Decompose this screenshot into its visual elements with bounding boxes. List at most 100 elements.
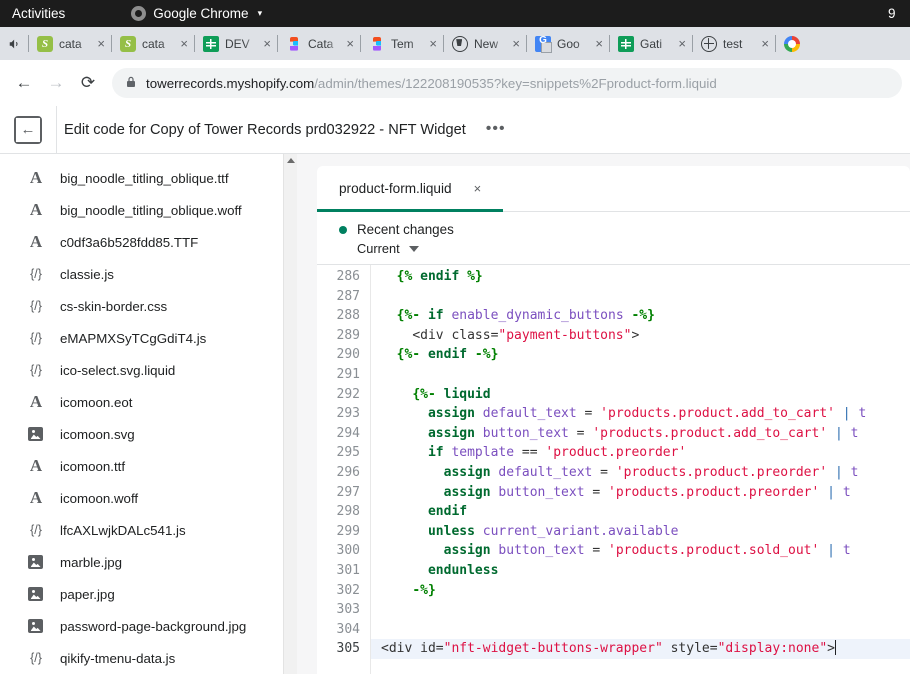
browser-tab[interactable]: Tem ×: [360, 27, 443, 60]
code-line[interactable]: {% endif %}: [381, 267, 910, 287]
code-line[interactable]: assign default_text = 'products.product.…: [381, 463, 910, 483]
code-token: |: [827, 426, 850, 441]
code-line[interactable]: {%- endif -%}: [381, 345, 910, 365]
file-name: paper.jpg: [60, 587, 115, 602]
file-list-item[interactable]: icomoon.ttf: [0, 450, 297, 482]
browser-tab[interactable]: Goo ×: [526, 27, 609, 60]
code-line[interactable]: unless current_variant.available: [381, 522, 910, 542]
file-list-item[interactable]: marble.jpg: [0, 546, 297, 578]
exit-icon[interactable]: [14, 116, 42, 144]
code-token: {%-: [397, 308, 428, 323]
code-line[interactable]: -%}: [381, 581, 910, 601]
code-line[interactable]: endunless: [381, 561, 910, 581]
code-line[interactable]: endif: [381, 502, 910, 522]
file-list-item[interactable]: password-page-background.jpg: [0, 610, 297, 642]
code-line[interactable]: assign button_text = 'products.product.p…: [381, 483, 910, 503]
system-clock[interactable]: 9: [888, 0, 906, 27]
forward-button[interactable]: →: [40, 67, 72, 99]
code-line[interactable]: if template == 'product.preorder': [381, 443, 910, 463]
code-line[interactable]: <div id="nft-widget-buttons-wrapper" sty…: [371, 639, 910, 659]
scroll-up-arrow-icon[interactable]: [287, 158, 295, 163]
file-list-item[interactable]: big_noodle_titling_oblique.woff: [0, 194, 297, 226]
line-number: 303: [317, 600, 360, 620]
code-line[interactable]: <div class="payment-buttons">: [381, 326, 910, 346]
code-line[interactable]: [381, 600, 910, 620]
code-line[interactable]: {%- if enable_dynamic_buttons -%}: [381, 306, 910, 326]
file-list-item[interactable]: qikify-tmenu-data.js: [0, 642, 297, 674]
shopify-icon: [120, 36, 136, 52]
line-number: 304: [317, 620, 360, 640]
line-number: 300: [317, 541, 360, 561]
file-list-item[interactable]: eMAPMXSyTCgGdiT4.js: [0, 322, 297, 354]
browser-tab[interactable]: DEV ×: [194, 27, 277, 60]
back-button[interactable]: ←: [8, 67, 40, 99]
code-token: assign: [444, 485, 491, 500]
code-content[interactable]: {% endif %} {%- if enable_dynamic_button…: [371, 265, 910, 674]
code-line[interactable]: [381, 365, 910, 385]
tab-title: Gati: [640, 37, 672, 51]
more-actions-button[interactable]: •••: [486, 126, 506, 132]
tab-product-form-liquid[interactable]: product-form.liquid ×: [317, 167, 503, 212]
file-name: marble.jpg: [60, 555, 122, 570]
version-selector[interactable]: Current: [357, 241, 888, 256]
code-line[interactable]: [381, 287, 910, 307]
close-icon[interactable]: ×: [429, 37, 437, 50]
browser-tab[interactable]: test ×: [692, 27, 775, 60]
close-icon[interactable]: ×: [512, 37, 520, 50]
code-token: [475, 426, 483, 441]
code-line[interactable]: assign button_text = 'products.product.a…: [381, 424, 910, 444]
close-icon[interactable]: ×: [263, 37, 271, 50]
recent-changes-title-row: Recent changes: [339, 222, 888, 237]
file-list-item[interactable]: big_noodle_titling_oblique.ttf: [0, 162, 297, 194]
code-line[interactable]: assign button_text = 'products.product.s…: [381, 541, 910, 561]
text-cursor: [835, 640, 836, 655]
file-list-item[interactable]: classie.js: [0, 258, 297, 290]
code-token: button_text: [498, 543, 584, 558]
close-icon[interactable]: ×: [761, 37, 769, 50]
code-token: default_text: [483, 406, 577, 421]
browser-tab[interactable]: New ×: [443, 27, 526, 60]
image-icon-dot: [32, 430, 35, 433]
code-line[interactable]: assign default_text = 'products.product.…: [381, 404, 910, 424]
file-list-item[interactable]: cs-skin-border.css: [0, 290, 297, 322]
close-icon[interactable]: ×: [474, 181, 482, 196]
browser-tab[interactable]: [775, 27, 805, 60]
close-icon[interactable]: ×: [346, 37, 354, 50]
sidebar-scrollbar[interactable]: [283, 154, 297, 674]
close-icon[interactable]: ×: [595, 37, 603, 50]
file-list-item[interactable]: ico-select.svg.liquid: [0, 354, 297, 386]
close-icon[interactable]: ×: [678, 37, 686, 50]
code-line[interactable]: [381, 620, 910, 640]
active-app-menu[interactable]: Google Chrome ▾: [131, 6, 262, 21]
file-list-item[interactable]: icomoon.eot: [0, 386, 297, 418]
image-icon-dot: [32, 622, 35, 625]
file-list-item[interactable]: icomoon.svg: [0, 418, 297, 450]
code-token: {%: [397, 269, 420, 284]
reload-button[interactable]: ⟳: [72, 67, 104, 99]
font-file-icon: [26, 488, 46, 508]
activities-button[interactable]: Activities: [0, 6, 79, 21]
code-area[interactable]: 2862872882892902912922932942952962972982…: [317, 264, 910, 674]
code-token: ==: [514, 445, 545, 460]
file-list-item[interactable]: paper.jpg: [0, 578, 297, 610]
code-token: 'products.product.sold_out': [608, 543, 819, 558]
browser-tab[interactable]: cata ×: [111, 27, 194, 60]
close-icon[interactable]: ×: [97, 37, 105, 50]
file-list-item[interactable]: lfcAXLwjkDALc541.js: [0, 514, 297, 546]
code-line[interactable]: {%- liquid: [381, 385, 910, 405]
code-file-icon: [26, 328, 46, 348]
file-list-item[interactable]: icomoon.woff: [0, 482, 297, 514]
code-token: [381, 347, 397, 362]
url-text: towerrecords.myshopify.com/admin/themes/…: [146, 76, 717, 91]
browser-tab[interactable]: Cata ×: [277, 27, 360, 60]
address-bar[interactable]: towerrecords.myshopify.com/admin/themes/…: [112, 68, 902, 98]
browser-tab[interactable]: Gati ×: [609, 27, 692, 60]
close-icon[interactable]: ×: [180, 37, 188, 50]
line-number: 288: [317, 306, 360, 326]
browser-tab[interactable]: cata ×: [28, 27, 111, 60]
file-list-item[interactable]: c0df3a6b528fdd85.TTF: [0, 226, 297, 258]
code-token: if: [428, 445, 444, 460]
tab-title: test: [723, 37, 755, 51]
mute-tab-icon[interactable]: [2, 37, 28, 51]
file-name: eMAPMXSyTCgGdiT4.js: [60, 331, 206, 346]
